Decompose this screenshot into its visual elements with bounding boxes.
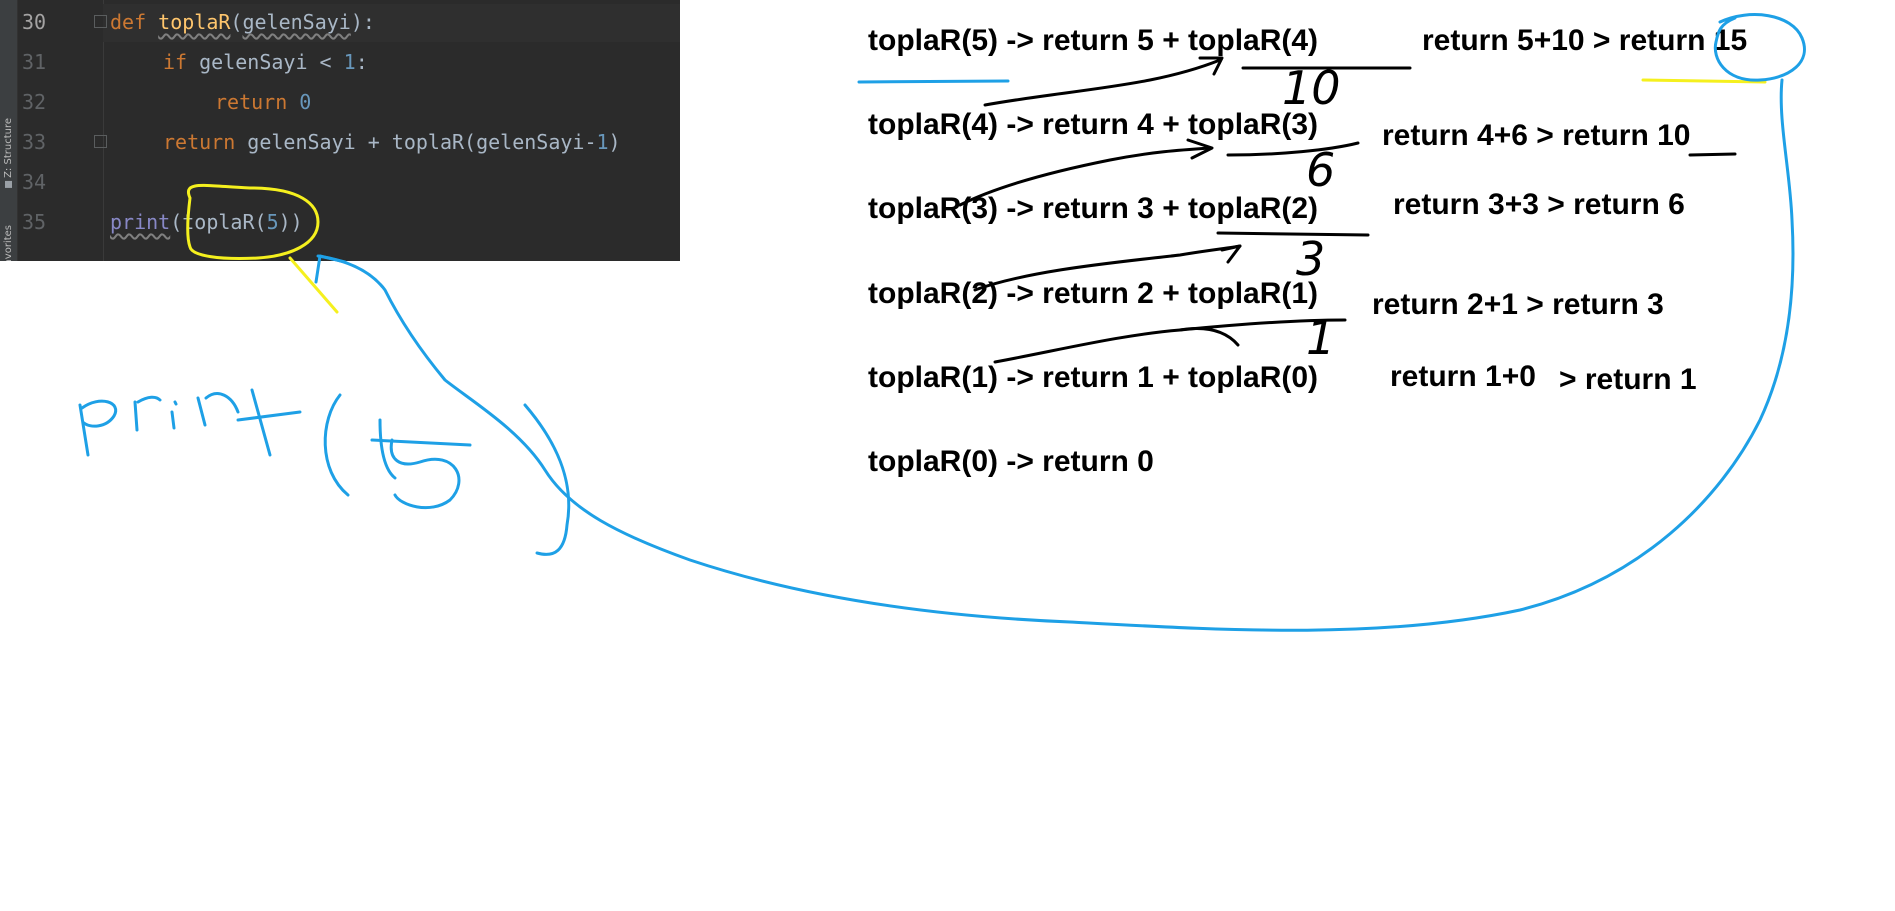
back-arrow-2-to-1 bbox=[983, 58, 1222, 107]
handwritten-print-15 bbox=[78, 388, 571, 556]
favorites-tab[interactable]: Favorites bbox=[0, 225, 17, 261]
result-row-3: return 3+3 > return 6 bbox=[1393, 188, 1685, 221]
structure-tab[interactable]: Z: Structure bbox=[0, 118, 17, 188]
line-number: 31 bbox=[22, 50, 47, 74]
tool-window-strip: Z: Structure Favorites bbox=[0, 0, 18, 261]
yellow-underline-15 bbox=[1641, 78, 1767, 84]
result-row-1a: return 1+0 bbox=[1390, 360, 1536, 393]
call-row-toplar-4: toplaR(4) -> return 4 + toplaR(3) bbox=[868, 108, 1319, 141]
call-row-toplar-5: toplaR(5) -> return 5 + toplaR(4) bbox=[868, 24, 1319, 57]
handwritten-value-1: 1 bbox=[1306, 311, 1335, 365]
arrow-head-icon bbox=[1186, 138, 1214, 160]
line-number: 34 bbox=[22, 170, 47, 194]
code-line-31[interactable]: if gelenSayi < 1: bbox=[163, 50, 368, 74]
line-number: 33 bbox=[22, 130, 47, 154]
underline-call-3 bbox=[1226, 141, 1360, 157]
result-row-1b: > return 1 bbox=[1559, 363, 1697, 396]
code-line-33[interactable]: return gelenSayi + toplaR(gelenSayi-1) bbox=[163, 130, 621, 154]
code-line-30[interactable]: def toplaR(gelenSayi): bbox=[110, 10, 375, 34]
code-line-35[interactable]: print(toplaR(5)) bbox=[110, 210, 303, 234]
arrow-head-icon bbox=[1198, 56, 1224, 76]
result-row-5: return 5+10 > return 15 bbox=[1422, 24, 1748, 57]
structure-icon bbox=[5, 180, 13, 188]
underline-result-10 bbox=[1688, 152, 1737, 157]
blue-underline-toplar5 bbox=[857, 79, 1010, 84]
call-row-toplar-2: toplaR(2) -> return 2 + toplaR(1) bbox=[868, 277, 1319, 310]
underline-call-2 bbox=[1216, 231, 1370, 237]
handwritten-value-6: 6 bbox=[1306, 143, 1335, 197]
call-row-toplar-3: toplaR(3) -> return 3 + toplaR(2) bbox=[868, 192, 1319, 225]
handwritten-value-10: 10 bbox=[1282, 61, 1341, 115]
underline-call-1 bbox=[1178, 318, 1347, 332]
code-line-32[interactable]: return 0 bbox=[215, 90, 311, 114]
yellow-tail bbox=[288, 256, 339, 314]
call-row-toplar-0: toplaR(0) -> return 0 bbox=[868, 445, 1154, 478]
line-number: 32 bbox=[22, 90, 47, 114]
line-number: 30 bbox=[22, 10, 47, 34]
arrow-head-icon bbox=[1220, 244, 1242, 264]
fold-marker-icon[interactable] bbox=[94, 15, 107, 28]
call-row-toplar-1: toplaR(1) -> return 1 + toplaR(0) bbox=[868, 361, 1319, 394]
result-row-4: return 4+6 > return 10 bbox=[1382, 119, 1691, 152]
result-row-2: return 2+1 > return 3 bbox=[1372, 288, 1664, 321]
line-number: 35 bbox=[22, 210, 47, 234]
fold-marker-icon[interactable] bbox=[94, 135, 107, 148]
code-editor: Z: Structure Favorites 30 31 32 33 34 35… bbox=[0, 0, 680, 261]
back-arrow-5-to-4 bbox=[993, 327, 1240, 364]
